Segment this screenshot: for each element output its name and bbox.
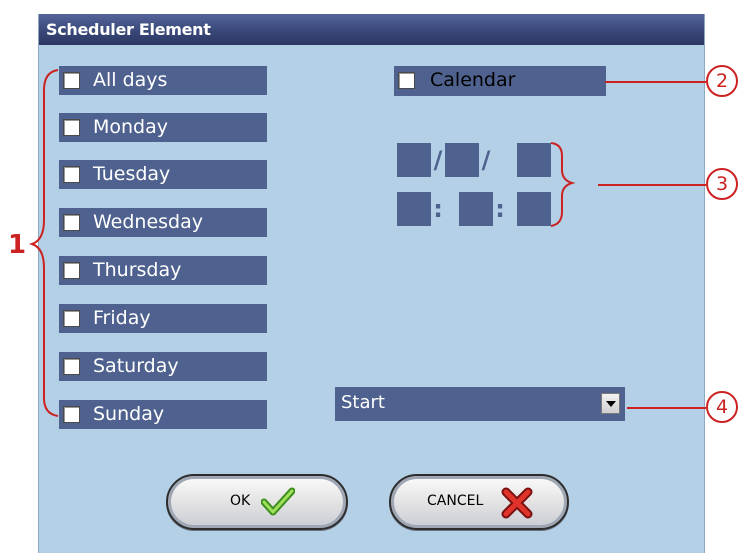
annotation-4-line bbox=[627, 407, 706, 409]
annotation-1: 1 bbox=[8, 230, 27, 260]
annotation-3: 3 bbox=[706, 168, 738, 200]
annotation-3-line bbox=[598, 184, 706, 186]
annotation-2: 2 bbox=[706, 65, 738, 97]
annotation-2-line bbox=[605, 81, 706, 83]
annotation-4: 4 bbox=[706, 391, 738, 423]
